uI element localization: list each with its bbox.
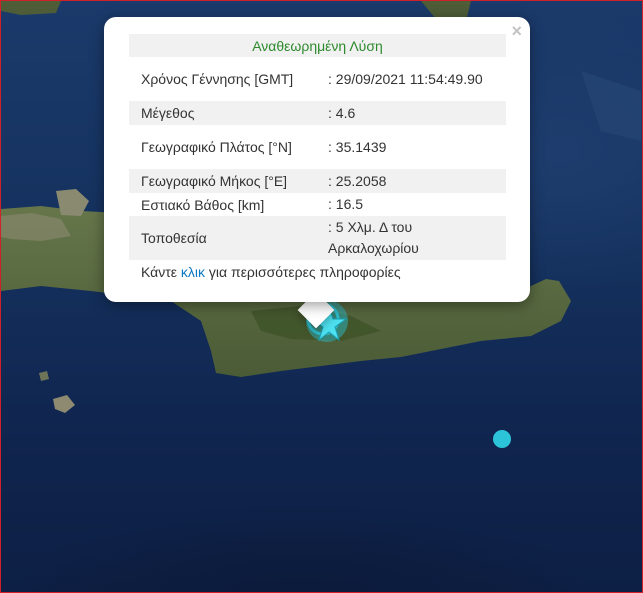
origin-time-value: : 29/09/2021 11:54:49.90 — [328, 70, 483, 87]
more-info-text: Κάντε κλικ για περισσότερες πληροφορίες — [129, 260, 506, 283]
table-row: Μέγεθος : 4.6 — [129, 101, 506, 125]
table-row: Γεωγραφικό Πλάτος [°N] : 35.1439 — [129, 125, 506, 169]
longitude-label: Γεωγραφικό Μήκος [°E] — [129, 169, 316, 193]
footer-prefix: Κάντε — [141, 264, 181, 280]
latitude-value: : 35.1439 — [328, 138, 387, 155]
table-row: Αναθεωρημένη Λύση — [129, 34, 506, 57]
earthquake-info-table: Αναθεωρημένη Λύση Χρόνος Γέννησης [GMT] … — [129, 34, 506, 283]
location-label: Τοποθεσία — [129, 216, 316, 260]
secondary-earthquake-marker[interactable] — [493, 430, 511, 448]
more-info-link[interactable]: κλικ — [181, 264, 205, 280]
table-row: Γεωγραφικό Μήκος [°E] : 25.2058 — [129, 169, 506, 193]
table-row: Χρόνος Γέννησης [GMT] : 29/09/2021 11:54… — [129, 57, 506, 101]
earthquake-popup: × Αναθεωρημένη Λύση Χρόνος Γέννησης [GMT… — [104, 17, 530, 302]
table-row: Εστιακό Βάθος [km] : 16.5 — [129, 193, 506, 216]
magnitude-value: : 4.6 — [316, 101, 506, 125]
origin-time-label: Χρόνος Γέννησης [GMT] — [141, 71, 294, 87]
popup-title: Αναθεωρημένη Λύση — [129, 34, 506, 57]
close-button[interactable]: × — [511, 21, 522, 41]
location-value: : 5 Χλμ. Δ του Αρκαλοχωρίου — [316, 216, 506, 260]
footer-suffix: για περισσότερες πληροφορίες — [205, 264, 401, 280]
depth-value: : 16.5 — [328, 196, 364, 212]
magnitude-label: Μέγεθος — [129, 101, 316, 125]
longitude-value: : 25.2058 — [316, 169, 506, 193]
depth-label: Εστιακό Βάθος [km] — [141, 196, 265, 213]
table-row: Τοποθεσία : 5 Χλμ. Δ του Αρκαλοχωρίου — [129, 216, 506, 260]
latitude-label: Γεωγραφικό Πλάτος [°N] — [141, 139, 292, 155]
table-row: Κάντε κλικ για περισσότερες πληροφορίες — [129, 260, 506, 283]
map[interactable]: × Αναθεωρημένη Λύση Χρόνος Γέννησης [GMT… — [0, 0, 643, 593]
